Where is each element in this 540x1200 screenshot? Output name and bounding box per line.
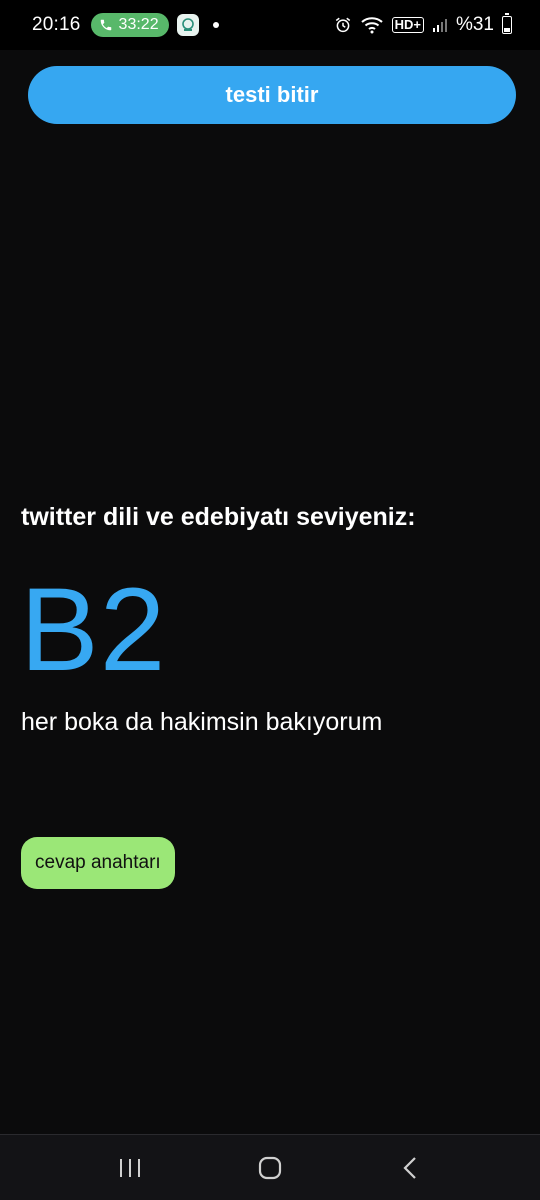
- battery-fill: [504, 28, 510, 32]
- level-comment: her boka da hakimsin bakıyorum: [21, 708, 383, 736]
- back-icon: [403, 1156, 416, 1179]
- screen: 20:16 33:22 HD+ %31 testi bitir twitter …: [0, 0, 540, 1200]
- answer-key-button[interactable]: cevap anahtarı: [21, 837, 175, 889]
- battery-icon: [502, 13, 512, 34]
- more-notifications-dot: [212, 22, 219, 28]
- navigation-bar: [0, 1134, 540, 1200]
- home-button[interactable]: [240, 1143, 300, 1193]
- status-bar: 20:16 33:22 HD+ %31: [0, 0, 540, 50]
- recent-apps-icon: [120, 1158, 140, 1177]
- hd-voice-icon: HD+: [391, 17, 424, 33]
- signal-icon: [432, 19, 447, 32]
- call-duration: 33:22: [118, 16, 159, 33]
- status-icons: HD+ %31: [334, 13, 512, 36]
- phone-icon: [100, 19, 111, 31]
- finish-test-button[interactable]: testi bitir: [28, 66, 516, 124]
- wifi-calling-icon: [360, 17, 383, 34]
- level-value: B2: [20, 564, 167, 696]
- level-label: twitter dili ve edebiyatı seviyeniz:: [21, 503, 416, 531]
- status-time: 20:16: [32, 14, 81, 35]
- home-icon: [258, 1156, 282, 1179]
- ongoing-call-pill[interactable]: 33:22: [90, 13, 169, 37]
- recent-apps-button[interactable]: [100, 1143, 160, 1193]
- app-notification-icon: [176, 14, 199, 36]
- battery-percent: %31: [455, 14, 494, 35]
- alarm-icon: [335, 17, 350, 33]
- back-button[interactable]: [380, 1143, 440, 1193]
